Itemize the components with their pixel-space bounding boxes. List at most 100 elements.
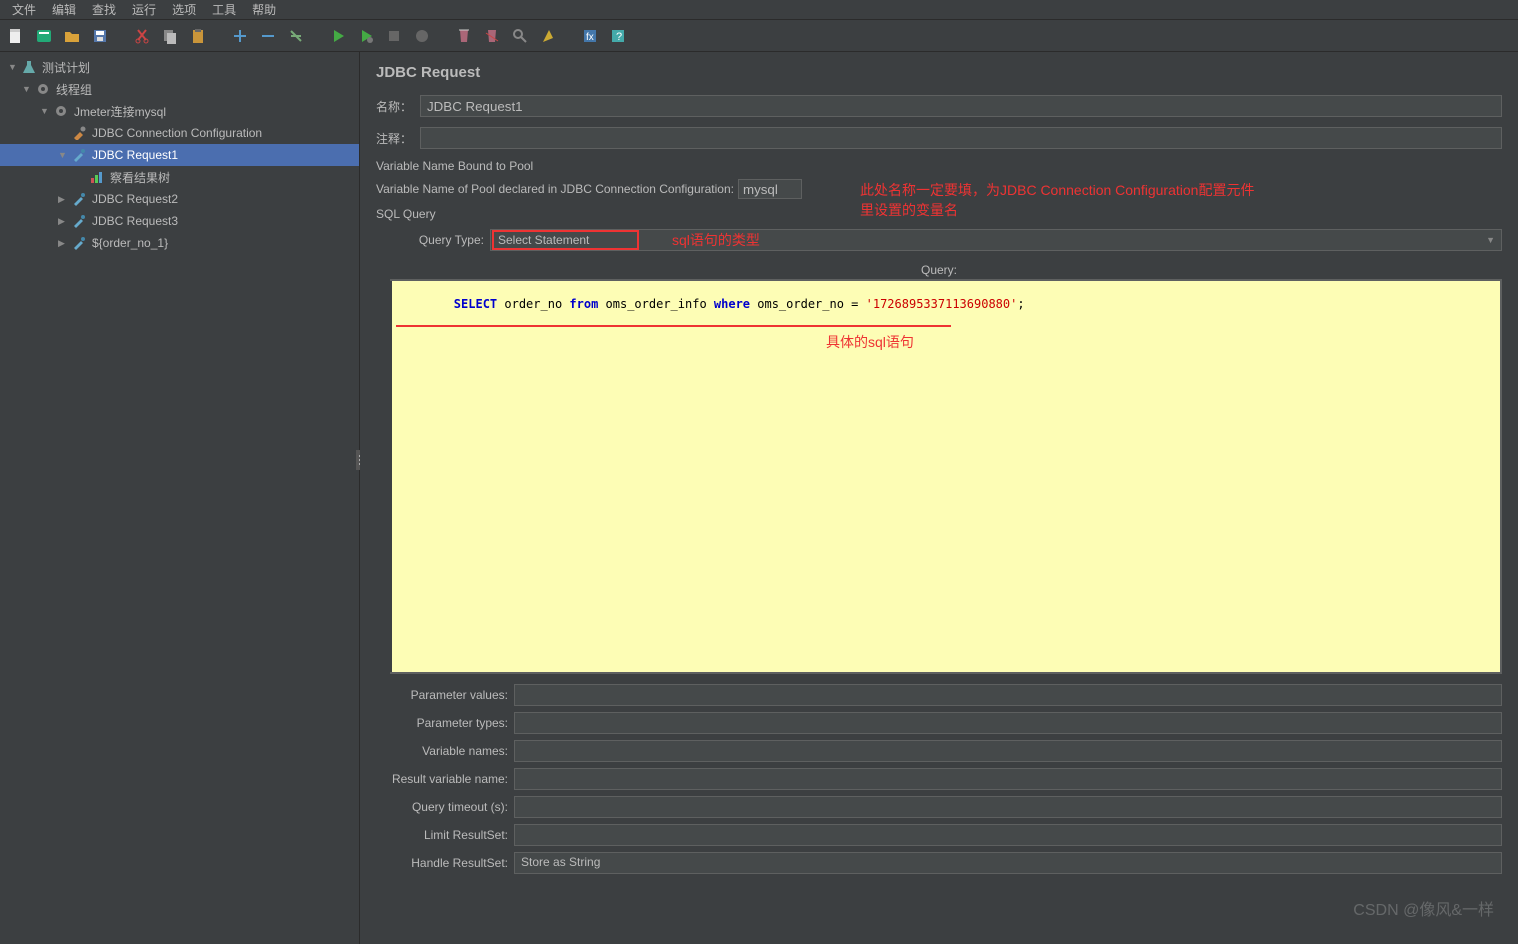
menu-options[interactable]: 选项 bbox=[164, 0, 204, 20]
sql-table: oms_order_info bbox=[598, 297, 714, 311]
gear-icon bbox=[34, 81, 52, 97]
start-icon[interactable] bbox=[326, 24, 350, 48]
open-icon[interactable] bbox=[60, 24, 84, 48]
annotation-type-hint: sql语句的类型 bbox=[672, 230, 760, 250]
name-label: 名称： bbox=[376, 98, 412, 115]
tree-jdbc-request1[interactable]: ▼ JDBC Request1 bbox=[0, 144, 359, 166]
expand-icon[interactable] bbox=[228, 24, 252, 48]
tree-label: 线程组 bbox=[56, 81, 92, 98]
var-names-input[interactable] bbox=[514, 740, 1502, 762]
pipette-icon bbox=[70, 235, 88, 251]
clear-all-icon[interactable] bbox=[480, 24, 504, 48]
clear-icon[interactable] bbox=[452, 24, 476, 48]
tree-order-var[interactable]: ▶ ${order_no_1} bbox=[0, 232, 359, 254]
query-type-label: Query Type: bbox=[376, 233, 484, 247]
result-var-input[interactable] bbox=[514, 768, 1502, 790]
sql-keyword-where: where bbox=[714, 297, 750, 311]
search-icon[interactable] bbox=[508, 24, 532, 48]
tree-panel: ▼ 测试计划 ▼ 线程组 ▼ Jmeter连接mysql JDBC Connec… bbox=[0, 52, 360, 944]
tree-jmeter-mysql[interactable]: ▼ Jmeter连接mysql bbox=[0, 100, 359, 122]
tree-jdbc-request2[interactable]: ▶ JDBC Request2 bbox=[0, 188, 359, 210]
function-helper-icon[interactable]: fx bbox=[578, 24, 602, 48]
reset-search-icon[interactable] bbox=[536, 24, 560, 48]
stop-icon[interactable] bbox=[382, 24, 406, 48]
handle-rs-select[interactable]: Store as String bbox=[514, 852, 1502, 874]
menu-file[interactable]: 文件 bbox=[4, 0, 44, 20]
menubar: 文件 编辑 查找 运行 选项 工具 帮助 bbox=[0, 0, 1518, 20]
name-input[interactable] bbox=[420, 95, 1502, 117]
collapse-icon[interactable] bbox=[256, 24, 280, 48]
help-icon[interactable]: ? bbox=[606, 24, 630, 48]
sql-end: ; bbox=[1017, 297, 1024, 311]
sql-cond: oms_order_no = bbox=[750, 297, 866, 311]
tree-label: JDBC Request1 bbox=[92, 148, 178, 162]
sql-value: '1726895337113690880' bbox=[866, 297, 1018, 311]
var-names-label: Variable names: bbox=[376, 744, 508, 758]
save-icon[interactable] bbox=[88, 24, 112, 48]
shutdown-icon[interactable] bbox=[410, 24, 434, 48]
tree-test-plan[interactable]: ▼ 测试计划 bbox=[0, 56, 359, 78]
paste-icon[interactable] bbox=[186, 24, 210, 48]
watermark: CSDN @像风&一样 bbox=[1353, 896, 1494, 920]
main-split: ▼ 测试计划 ▼ 线程组 ▼ Jmeter连接mysql JDBC Connec… bbox=[0, 52, 1518, 944]
tree-label: 察看结果树 bbox=[110, 169, 170, 186]
tree-jdbc-connection[interactable]: JDBC Connection Configuration bbox=[0, 122, 359, 144]
menu-tools[interactable]: 工具 bbox=[204, 0, 244, 20]
sql-gutter bbox=[378, 281, 392, 672]
menu-run[interactable]: 运行 bbox=[124, 0, 164, 20]
sql-col: order_no bbox=[497, 297, 569, 311]
annotation-sql-hint: 具体的sql语句 bbox=[826, 332, 914, 352]
tree-label: Jmeter连接mysql bbox=[74, 103, 166, 120]
limit-rs-label: Limit ResultSet: bbox=[376, 828, 508, 842]
param-values-input[interactable] bbox=[514, 684, 1502, 706]
comment-input[interactable] bbox=[420, 127, 1502, 149]
new-file-icon[interactable] bbox=[4, 24, 28, 48]
cut-icon[interactable] bbox=[130, 24, 154, 48]
pipette-icon bbox=[70, 213, 88, 229]
tree-label: JDBC Request2 bbox=[92, 192, 178, 206]
tree-jdbc-request3[interactable]: ▶ JDBC Request3 bbox=[0, 210, 359, 232]
copy-icon[interactable] bbox=[158, 24, 182, 48]
tree-thread-group[interactable]: ▼ 线程组 bbox=[0, 78, 359, 100]
tree-label: 测试计划 bbox=[42, 59, 90, 76]
menu-edit[interactable]: 编辑 bbox=[44, 0, 84, 20]
handle-rs-label: Handle ResultSet: bbox=[376, 856, 508, 870]
pipette-icon bbox=[70, 191, 88, 207]
content-panel: JDBC Request 名称： 注释： Variable Name Bound… bbox=[360, 52, 1518, 944]
var-pool-section: Variable Name Bound to Pool bbox=[376, 159, 1502, 173]
chart-icon bbox=[88, 169, 106, 185]
tree-label: ${order_no_1} bbox=[92, 236, 168, 250]
result-var-label: Result variable name: bbox=[376, 772, 508, 786]
sql-keyword-select: SELECT bbox=[454, 297, 497, 311]
tree-label: JDBC Request3 bbox=[92, 214, 178, 228]
templates-icon[interactable] bbox=[32, 24, 56, 48]
var-pool-label: Variable Name of Pool declared in JDBC C… bbox=[376, 182, 734, 196]
svg-text:?: ? bbox=[616, 31, 622, 43]
panel-title: JDBC Request bbox=[376, 64, 1502, 81]
start-no-pause-icon[interactable] bbox=[354, 24, 378, 48]
gear-icon bbox=[52, 103, 70, 119]
query-timeout-label: Query timeout (s): bbox=[376, 800, 508, 814]
wrench-icon bbox=[70, 125, 88, 141]
var-pool-input[interactable] bbox=[738, 179, 802, 199]
annotation-pool-hint2: 里设置的变量名 bbox=[860, 200, 958, 220]
tree-view-results[interactable]: 察看结果树 bbox=[0, 166, 359, 188]
menu-search[interactable]: 查找 bbox=[84, 0, 124, 20]
handle-rs-value: Store as String bbox=[521, 855, 600, 869]
query-header: Query: bbox=[376, 263, 1502, 277]
query-type-select[interactable]: Select Statement ▼ bbox=[490, 229, 1502, 251]
query-timeout-input[interactable] bbox=[514, 796, 1502, 818]
menu-help[interactable]: 帮助 bbox=[244, 0, 284, 20]
toggle-icon[interactable] bbox=[284, 24, 308, 48]
pipette-icon bbox=[70, 147, 88, 163]
toolbar: fx ? bbox=[0, 20, 1518, 52]
param-values-label: Parameter values: bbox=[376, 688, 508, 702]
param-types-input[interactable] bbox=[514, 712, 1502, 734]
svg-text:fx: fx bbox=[586, 32, 594, 43]
sql-keyword-from: from bbox=[569, 297, 598, 311]
param-types-label: Parameter types: bbox=[376, 716, 508, 730]
limit-rs-input[interactable] bbox=[514, 824, 1502, 846]
annotation-pool-hint1: 此处名称一定要填，为JDBC Connection Configuration配… bbox=[860, 180, 1254, 200]
flask-icon bbox=[20, 59, 38, 75]
sql-editor[interactable]: SELECT order_no from oms_order_info wher… bbox=[390, 279, 1502, 674]
